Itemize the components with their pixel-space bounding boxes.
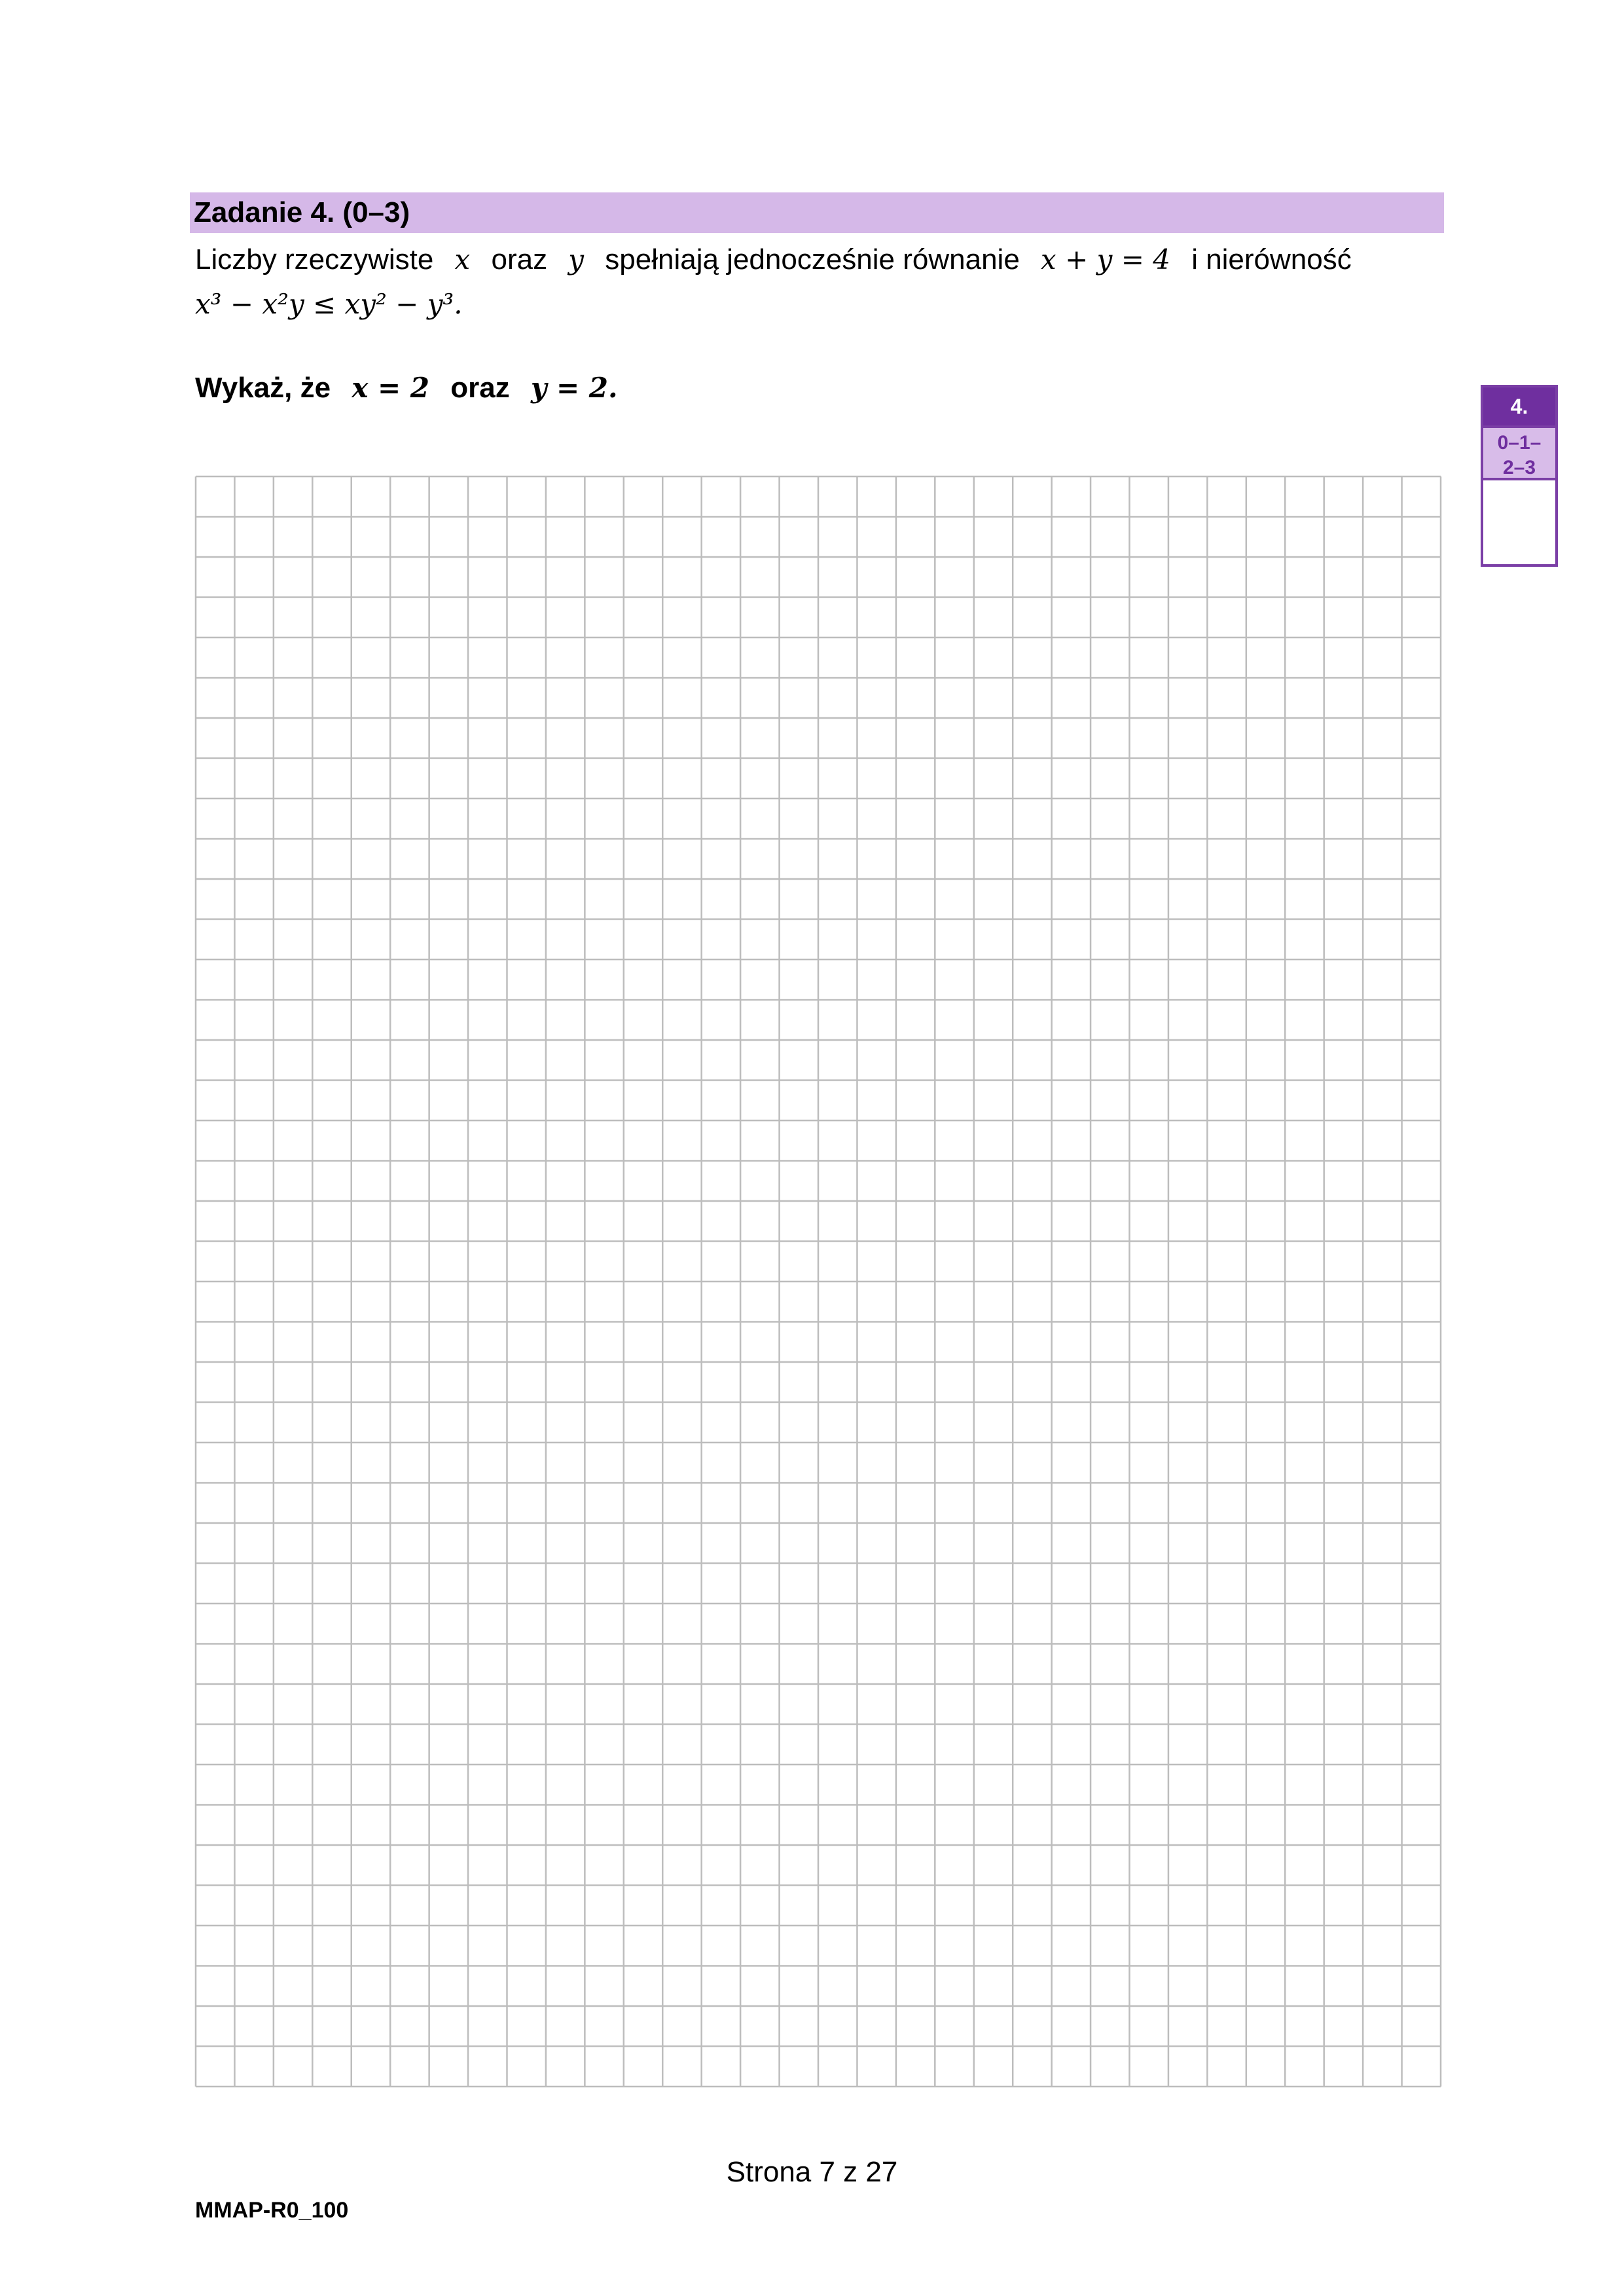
statement-text-b: spełniają jednocześnie równanie [605,243,1020,276]
statement-text-a: Liczby rzeczywiste [195,243,434,276]
answer-grid[interactable] [194,475,1442,2088]
instruction-text: Wykaż, że [195,372,331,404]
instruction-equation-x: x = 2 [352,372,430,404]
page-number: Strona 7 z 27 [726,2156,898,2188]
score-box: 4. 0–1– 2–3 [1481,385,1558,567]
statement-oraz: oraz [491,243,548,276]
inequality: x³ − x²y ≤ xy² − y³. [195,288,463,320]
task-title: Zadanie 4. (0–3) [190,192,1444,233]
instruction-oraz: oraz [450,372,510,404]
task-instruction: Wykaż, że x = 2 oraz y = 2. [195,372,618,404]
score-range-line-2: 2–3 [1502,457,1536,478]
task-statement-line-2: x³ − x²y ≤ xy² − y³. [195,288,463,321]
score-range: 0–1– 2–3 [1483,425,1555,480]
document-code: MMAP-R0_100 [195,2198,349,2223]
equation: x + y = 4 [1041,243,1170,276]
score-task-number: 4. [1483,387,1555,425]
task-statement-line-1: Liczby rzeczywiste x oraz y spełniają je… [195,243,1352,276]
variable-x: x [454,243,471,276]
variable-y: y [568,243,585,276]
score-range-line-1: 0–1– [1497,432,1542,454]
score-entry-field[interactable] [1483,480,1555,564]
instruction-equation-y: y = 2. [530,372,618,404]
statement-text-c: i nierówność [1191,243,1352,276]
